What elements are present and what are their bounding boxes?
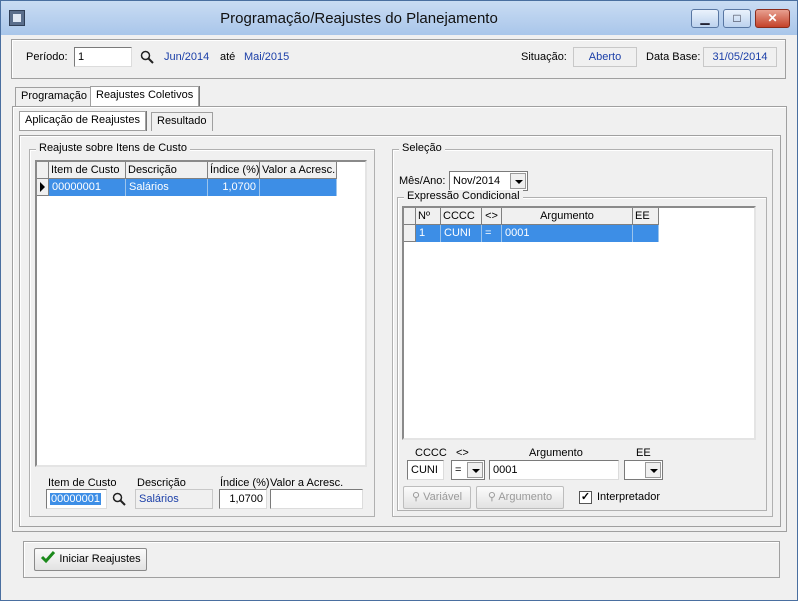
item-custo-label: Item de Custo bbox=[48, 477, 117, 489]
valor-label: Valor a Acresc. bbox=[270, 477, 344, 489]
search-icon[interactable] bbox=[140, 50, 154, 64]
expr-row-indicator bbox=[404, 225, 416, 242]
col-item-custo[interactable]: Item de Custo bbox=[49, 162, 126, 179]
search-item-icon[interactable] bbox=[112, 492, 126, 506]
situacao-value: Aberto bbox=[573, 47, 637, 67]
cell-ee bbox=[633, 225, 659, 242]
minimize-icon: ▁ bbox=[700, 11, 710, 25]
reajuste-group-title: Reajuste sobre Itens de Custo bbox=[36, 142, 190, 154]
minimize-button[interactable]: ▁ bbox=[691, 9, 719, 28]
col-ee[interactable]: EE bbox=[633, 208, 659, 225]
search-variavel-icon: ⚲ bbox=[411, 491, 421, 503]
cell-item: 00000001 bbox=[49, 179, 126, 196]
aplicacao-panel: Reajuste sobre Itens de Custo Item de Cu… bbox=[19, 135, 781, 527]
close-icon: ✕ bbox=[767, 11, 778, 25]
item-custo-value: 00000001 bbox=[50, 493, 101, 505]
footer-panel: Iniciar Reajustes bbox=[23, 541, 780, 578]
periodo-label: Período: bbox=[26, 51, 68, 63]
col-operador[interactable]: <> bbox=[482, 208, 502, 225]
close-button[interactable]: ✕ bbox=[755, 9, 790, 28]
cell-descricao: Salários bbox=[126, 179, 208, 196]
col-argumento[interactable]: Argumento bbox=[502, 208, 633, 225]
reajuste-group: Reajuste sobre Itens de Custo Item de Cu… bbox=[29, 142, 375, 517]
argumento-label: Argumento bbox=[529, 447, 583, 459]
row-indicator bbox=[37, 179, 49, 196]
expressao-group-title: Expressão Condicional bbox=[404, 190, 523, 202]
table-row[interactable]: 00000001 Salários 1,0700 bbox=[49, 179, 337, 196]
col-indice[interactable]: Índice (%) bbox=[208, 162, 260, 179]
argumento-button-label: Argumento bbox=[498, 491, 553, 503]
col-numero[interactable]: Nº bbox=[416, 208, 441, 225]
operador-value: = bbox=[455, 464, 462, 476]
mes-ano-value: Nov/2014 bbox=[453, 175, 501, 187]
ee-chevron-icon[interactable] bbox=[645, 462, 661, 478]
argumento-input[interactable]: 0001 bbox=[489, 460, 619, 480]
interpretador-checkbox[interactable]: ✓ bbox=[579, 491, 592, 504]
variavel-label: Variável bbox=[423, 491, 463, 503]
operador-chevron-icon[interactable] bbox=[467, 462, 483, 478]
header-panel: Período: 1 Jun/2014 até Mai/2015 Situaçã… bbox=[11, 39, 786, 79]
cell-indice: 1,0700 bbox=[208, 179, 260, 196]
cccc-input[interactable]: CUNI bbox=[407, 460, 444, 480]
expr-grid-corner bbox=[404, 208, 416, 225]
ee-label: EE bbox=[636, 447, 651, 459]
title-bar[interactable]: Programação/Reajustes do Planejamento ▁ … bbox=[1, 1, 797, 35]
iniciar-reajustes-button[interactable]: Iniciar Reajustes bbox=[34, 548, 147, 571]
search-argumento-icon: ⚲ bbox=[487, 491, 496, 503]
tab-content: Aplicação de Reajustes Resultado Reajust… bbox=[12, 106, 787, 532]
operador-label: <> bbox=[456, 447, 469, 459]
col-descricao[interactable]: Descrição bbox=[126, 162, 208, 179]
periodo-start: Jun/2014 bbox=[164, 51, 210, 63]
tab-programacao[interactable]: Programação bbox=[15, 87, 94, 106]
cell-cccc: CUNI bbox=[441, 225, 482, 242]
indice-label: Índice (%) bbox=[220, 477, 270, 489]
client-area: Período: 1 Jun/2014 até Mai/2015 Situaçã… bbox=[8, 35, 791, 595]
descricao-value: Salários bbox=[135, 489, 213, 509]
item-custo-input[interactable]: 00000001 bbox=[46, 489, 107, 509]
cell-argumento: 0001 bbox=[502, 225, 633, 242]
data-base-value: 31/05/2014 bbox=[703, 47, 777, 67]
operador-select[interactable]: = bbox=[451, 460, 485, 480]
subtab-aplicacao[interactable]: Aplicação de Reajustes bbox=[19, 111, 146, 131]
indice-input[interactable]: 1,0700 bbox=[219, 489, 267, 509]
cell-operador: = bbox=[482, 225, 502, 242]
variavel-button[interactable]: ⚲ Variável bbox=[403, 486, 471, 509]
valor-input[interactable] bbox=[270, 489, 363, 509]
window-title: Programação/Reajustes do Planejamento bbox=[220, 10, 498, 27]
selecao-group-title: Seleção bbox=[399, 142, 445, 154]
cell-numero: 1 bbox=[416, 225, 441, 242]
row-pointer-icon bbox=[40, 182, 45, 192]
cell-valor bbox=[260, 179, 337, 196]
descricao-label: Descrição bbox=[137, 477, 186, 489]
ate-label: até bbox=[220, 51, 236, 63]
periodo-end: Mai/2015 bbox=[244, 51, 290, 63]
grid-corner bbox=[37, 162, 49, 179]
col-cccc[interactable]: CCCC bbox=[441, 208, 482, 225]
expressao-grid[interactable]: Nº CCCC <> Argumento EE 1 CUNI = 0001 bbox=[402, 206, 756, 440]
tab-reajustes-coletivos[interactable]: Reajustes Coletivos bbox=[90, 86, 200, 107]
subtab-resultado[interactable]: Resultado bbox=[151, 112, 213, 131]
chevron-down-icon[interactable] bbox=[510, 173, 526, 189]
col-valor[interactable]: Valor a Acresc. bbox=[260, 162, 337, 179]
main-window: Programação/Reajustes do Planejamento ▁ … bbox=[0, 0, 798, 601]
maximize-icon: □ bbox=[733, 11, 741, 25]
cccc-label: CCCC bbox=[415, 447, 447, 459]
expressao-group: Expressão Condicional Nº CCCC <> Argumen… bbox=[397, 190, 767, 511]
check-icon: ✓ bbox=[580, 491, 591, 503]
situacao-label: Situação: bbox=[521, 51, 567, 63]
table-row[interactable]: 1 CUNI = 0001 bbox=[416, 225, 659, 242]
mes-ano-label: Mês/Ano: bbox=[399, 175, 446, 187]
data-base-label: Data Base: bbox=[646, 51, 701, 63]
mes-ano-select[interactable]: Nov/2014 bbox=[449, 171, 528, 191]
maximize-button[interactable]: □ bbox=[723, 9, 751, 28]
checkmark-icon bbox=[41, 551, 56, 564]
itens-custo-grid[interactable]: Item de Custo Descrição Índice (%) Valor… bbox=[35, 160, 367, 467]
interpretador-label: Interpretador bbox=[597, 491, 660, 503]
selecao-group: Seleção Mês/Ano: Nov/2014 Expressão Cond… bbox=[392, 142, 773, 517]
argumento-button[interactable]: ⚲ Argumento bbox=[476, 486, 564, 509]
iniciar-label: Iniciar Reajustes bbox=[59, 553, 141, 565]
periodo-input[interactable]: 1 bbox=[74, 47, 132, 67]
ee-select[interactable] bbox=[624, 460, 663, 480]
